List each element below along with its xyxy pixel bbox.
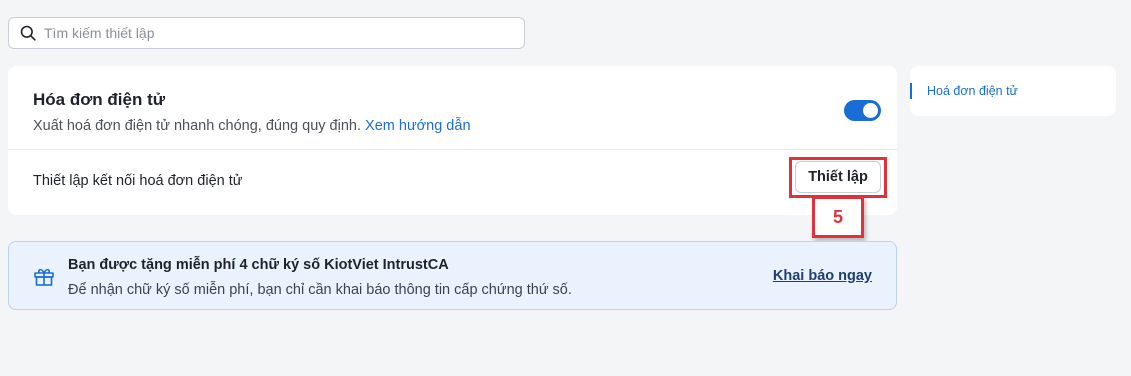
active-indicator — [910, 83, 912, 99]
declare-now-link[interactable]: Khai báo ngay — [773, 268, 872, 284]
search-box[interactable] — [8, 17, 525, 49]
einvoice-header: Hóa đơn điện tử Xuất hoá đơn điện tử nha… — [8, 66, 897, 150]
sidenav-item-einvoice[interactable]: Hoá đơn điện tử — [927, 84, 1018, 98]
guide-link[interactable]: Xem hướng dẫn — [365, 118, 470, 134]
connection-label: Thiết lập kết nối hoá đơn điện tử — [33, 173, 243, 189]
promo-title: Bạn được tặng miễn phí 4 chữ ký số KiotV… — [68, 257, 449, 273]
einvoice-description-text: Xuất hoá đơn điện tử nhanh chóng, đúng q… — [33, 118, 361, 134]
search-icon — [20, 25, 36, 41]
einvoice-card: Hóa đơn điện tử Xuất hoá đơn điện tử nha… — [8, 66, 897, 215]
toggle-knob — [863, 103, 878, 118]
promo-description: Để nhận chữ ký số miễn phí, bạn chỉ cần … — [68, 282, 572, 298]
connection-row: Thiết lập kết nối hoá đơn điện tử — [8, 150, 897, 214]
search-input[interactable] — [44, 25, 484, 41]
side-navigation: Hoá đơn điện tử — [910, 66, 1116, 116]
promo-banner: Bạn được tặng miễn phí 4 chữ ký số KiotV… — [8, 241, 897, 310]
einvoice-description: Xuất hoá đơn điện tử nhanh chóng, đúng q… — [33, 118, 897, 134]
einvoice-title: Hóa đơn điện tử — [33, 90, 166, 109]
setup-button[interactable]: Thiết lập — [795, 161, 881, 193]
step-number-badge: 5 — [812, 196, 864, 238]
einvoice-toggle[interactable] — [844, 100, 881, 121]
gift-icon — [34, 268, 54, 286]
